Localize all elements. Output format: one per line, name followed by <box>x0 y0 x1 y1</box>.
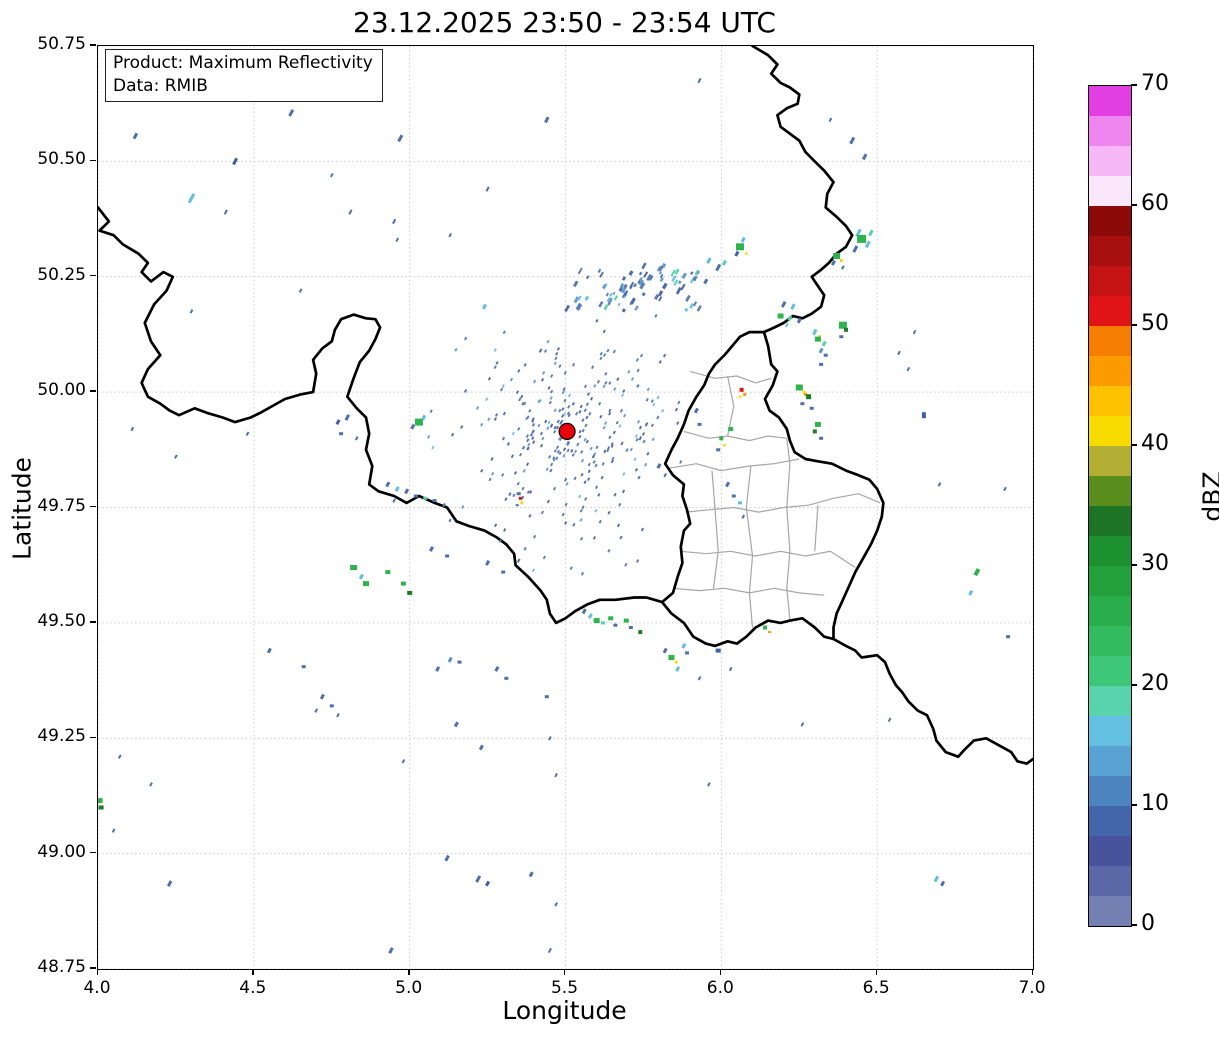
x-tickmark <box>719 969 722 976</box>
colorbar-segment <box>1089 205 1131 236</box>
colorbar-tickmark <box>1131 444 1137 446</box>
colorbar-segment <box>1089 535 1131 566</box>
colorbar-segment <box>1089 85 1131 116</box>
x-tick-label: 6.5 <box>862 978 890 998</box>
colorbar-segment <box>1089 415 1131 446</box>
y-axis-label: Latitude <box>7 457 37 560</box>
grid-lines <box>98 46 1033 969</box>
x-tick-label: 6.0 <box>706 978 734 998</box>
colorbar-tick-label: 20 <box>1141 671 1169 696</box>
x-tickmark <box>875 969 878 976</box>
colorbar-segment <box>1089 145 1131 176</box>
radar-map <box>98 46 1033 969</box>
product-line: Product: Maximum Reflectivity <box>113 53 373 73</box>
colorbar-segment <box>1089 835 1131 866</box>
y-tickmark <box>89 621 96 623</box>
colorbar-segment <box>1089 775 1131 806</box>
colorbar-tickmark <box>1131 924 1137 926</box>
y-tick-label: 50.25 <box>37 264 86 285</box>
y-tickmark <box>89 505 96 508</box>
colorbar-segment <box>1089 595 1131 626</box>
colorbar-tick-label: 40 <box>1141 431 1169 456</box>
colorbar-segment <box>1089 805 1131 836</box>
colorbar-tick-label: 50 <box>1141 311 1169 336</box>
colorbar-segment <box>1089 895 1131 926</box>
x-tickmark <box>96 969 98 976</box>
y-tickmark <box>89 967 96 969</box>
colorbar-segment <box>1089 265 1131 296</box>
colorbar-segment <box>1089 385 1131 416</box>
y-tick-label: 50.50 <box>37 149 86 170</box>
colorbar-tick-label: 10 <box>1141 791 1169 816</box>
colorbar-segment <box>1089 655 1131 686</box>
speckle-field-layer <box>564 262 702 313</box>
colorbar-segment <box>1089 295 1131 326</box>
colorbar-segment <box>1089 505 1131 536</box>
colorbar-segment <box>1089 865 1131 896</box>
x-tick-label: 5.5 <box>550 978 579 998</box>
colorbar-segment <box>1089 685 1131 716</box>
y-tickmark <box>89 736 96 738</box>
colorbar-tickmark <box>1131 804 1137 806</box>
map-plot-area: Product: Maximum Reflectivity Data: RMIB <box>97 45 1034 970</box>
y-tick-label: 50.75 <box>37 34 86 54</box>
colorbar-tickmark <box>1131 564 1137 566</box>
y-tick-label: 49.00 <box>37 841 86 862</box>
x-tick-label: 5.0 <box>395 978 423 998</box>
y-tick-label: 50.00 <box>37 380 86 401</box>
x-tickmark <box>564 969 566 976</box>
y-tickmark <box>89 159 96 162</box>
x-tick-label: 7.0 <box>1018 978 1046 998</box>
y-tick-label: 49.25 <box>37 726 86 747</box>
product-info-box: Product: Maximum Reflectivity Data: RMIB <box>105 49 383 103</box>
x-tick-label: 4.5 <box>239 978 267 998</box>
y-tick-label: 48.75 <box>37 957 86 977</box>
y-tickmark <box>89 44 96 46</box>
colorbar-tick-label: 70 <box>1141 71 1169 96</box>
y-tickmark <box>89 851 96 854</box>
y-tick-label: 49.50 <box>37 610 86 631</box>
data-source-line: Data: RMIB <box>113 75 208 96</box>
colorbar-tickmark <box>1131 684 1137 686</box>
x-tickmark <box>1031 969 1033 976</box>
colorbar-tickmark <box>1131 324 1137 326</box>
colorbar-tickmark <box>1131 204 1137 206</box>
x-axis-label: Longitude <box>502 996 627 1025</box>
y-tickmark <box>89 390 96 392</box>
colorbar-tickmark <box>1131 84 1137 86</box>
y-tickmark <box>89 275 96 277</box>
colorbar-tick-label: 60 <box>1141 191 1169 216</box>
colorbar-tick-label: 0 <box>1141 911 1155 936</box>
x-tickmark <box>252 969 254 976</box>
colorbar-segment <box>1089 745 1131 776</box>
plot-title: 23.12.2025 23:50 - 23:54 UTC <box>353 6 776 39</box>
colorbar-segment <box>1089 175 1131 206</box>
colorbar-segment <box>1089 565 1131 596</box>
colorbar-segment <box>1089 355 1131 386</box>
colorbar-segment <box>1089 625 1131 656</box>
x-tick-label: 4.0 <box>83 978 111 998</box>
colorbar-segment <box>1089 115 1131 146</box>
clutter-layer <box>427 291 683 576</box>
colorbar-segment <box>1089 445 1131 476</box>
colorbar <box>1088 85 1132 927</box>
radar-site-marker <box>558 422 576 440</box>
colorbar-tick-label: 30 <box>1141 551 1169 576</box>
colorbar-segment <box>1089 325 1131 356</box>
x-tickmark <box>408 969 410 976</box>
colorbar-segment <box>1089 235 1131 266</box>
colorbar-segment <box>1089 475 1131 506</box>
echo-layer <box>98 77 1011 954</box>
colorbar-segment <box>1089 715 1131 746</box>
colorbar-label: dBZ <box>1197 471 1219 522</box>
